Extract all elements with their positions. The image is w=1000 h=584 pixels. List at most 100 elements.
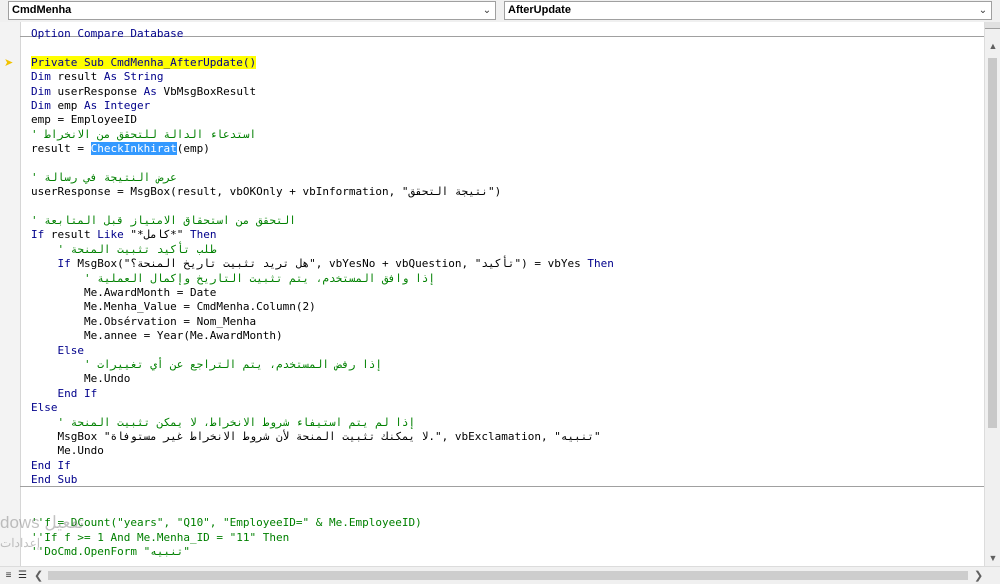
code-token: Me.AwardMonth = Date [31,286,217,300]
code-text[interactable]: Option Compare Database Private Sub CmdM… [31,27,981,559]
code-comment: ' إذا لم يتم استيفاء شروط الانخراط، لا ي… [31,415,416,429]
code-token: userResponse = MsgBox(result, vbOKOnly +… [31,185,502,199]
code-editor[interactable]: ➤ Option Compare Database Private Sub Cm… [0,22,984,566]
code-token: End If [31,458,71,472]
code-token: As [143,84,157,98]
code-token: MsgBox("هل تريد تثبيت تاريخ المنحة؟", vb… [70,257,588,271]
margin-indicator-bar[interactable]: ➤ [0,22,21,566]
code-line: End Sub [31,473,981,487]
code-token: As Integer [84,98,151,112]
code-token: Me.Obsérvation = Nom_Menha [31,314,257,328]
code-token: result = [31,142,91,156]
code-comment: ' إذا رفض المستخدم، يتم التراجع عن أي تغ… [31,357,383,371]
code-line: Private Sub CmdMenha_AfterUpdate() [31,55,981,70]
code-token: If [57,257,71,271]
code-line: ' إذا رفض المستخدم، يتم التراجع عن أي تغ… [31,358,981,372]
code-token: Me.Undo [31,444,104,458]
arrow-up-icon[interactable]: ▲ [985,38,1000,54]
code-line: Me.Menha_Value = CmdMenha.Column(2) [31,300,981,314]
code-comment: ' التحقق من استحقاق الامتياز قبل المتابع… [31,214,296,228]
code-line: ''If f >= 1 And Me.Menha_ID = "11" Then [31,531,981,545]
code-token: Else [31,343,84,357]
code-token: (emp) [176,142,210,156]
code-token: emp [50,98,84,112]
code-line: ' التحقق من استحقاق الامتياز قبل المتابع… [31,214,981,228]
code-line: ' إذا لم يتم استيفاء شروط الانخراط، لا ي… [31,416,981,430]
code-line: Else [31,344,981,358]
code-token: userResponse [50,84,144,98]
current-statement: Private Sub CmdMenha_AfterUpdate() [31,55,257,69]
vertical-scroll-thumb[interactable] [988,58,997,428]
full-module-view-icon[interactable]: ☰ [16,569,29,582]
procedure-view-icon[interactable]: ≡ [2,569,15,582]
code-line: End If [31,387,981,401]
code-line: If result Like "*كامل*" Then [31,228,981,242]
code-token: Dim [31,70,51,84]
code-token: "*كامل*" [123,228,190,242]
code-line: Me.Undo [31,372,981,386]
code-comment: ' عرض النتيجة في رسالة [31,170,177,184]
execution-arrow-icon: ➤ [4,57,14,69]
code-token: Me.annee = Year(Me.AwardMonth) [31,329,283,343]
code-line: Me.Undo [31,444,981,458]
code-comment: ' طلب تأكيد تثبيت المنحة [31,242,217,256]
selected-text: CheckInkhirat [90,142,177,156]
code-token: MsgBox "لا يمكنك تثبيت المنحة لأن شروط ا… [31,429,601,443]
code-token: End If [31,386,98,400]
code-comment: ' إذا وافق المستخدم، يتم تثبيت التاريخ و… [31,271,435,285]
procedure-combo[interactable]: AfterUpdate ⌄ [504,1,992,20]
code-token: As String [103,70,164,84]
object-combo[interactable]: CmdMenha ⌄ [8,1,496,20]
code-token: Then [587,257,614,271]
code-line: emp = EmployeeID [31,113,981,127]
code-line: Me.annee = Year(Me.AwardMonth) [31,329,981,343]
code-line: userResponse = MsgBox(result, vbOKOnly +… [31,185,981,199]
vertical-scrollbar[interactable]: ▲ ▼ [984,22,1000,566]
watermark-line2: إعدادات [0,536,41,550]
watermark-line1: dows ﺗﻔﻌﻴﻞ [0,513,84,532]
chevron-down-icon[interactable]: ⌄ [975,2,991,19]
code-line: Dim userResponse As VbMsgBoxResult [31,85,981,99]
chevron-down-icon[interactable]: ⌄ [479,2,495,19]
code-token: End Sub [31,473,78,487]
horizontal-scrollbar[interactable]: ≡ ☰ ❮ ❯ [0,566,1000,584]
code-line: result = CheckInkhirat(emp) [31,142,981,156]
code-token: VbMsgBoxResult [156,84,257,98]
code-token: result [44,228,98,242]
procedure-combo-value: AfterUpdate [508,4,571,16]
code-line: ' استدعاء الدالة للتحقق من الانخراط [31,128,981,142]
code-token: Dim [31,84,51,98]
code-token: Then [189,228,217,242]
object-combo-value: CmdMenha [12,4,72,16]
arrow-right-icon[interactable]: ❯ [974,569,983,582]
code-line: MsgBox "لا يمكنك تثبيت المنحة لأن شروط ا… [31,430,981,444]
code-line: ''f = DCount("years", "Q10", "EmployeeID… [31,516,981,530]
arrow-down-icon[interactable]: ▼ [985,550,1000,566]
code-line: If MsgBox("هل تريد تثبيت تاريخ المنحة؟",… [31,257,981,271]
code-line: Option Compare Database [31,27,981,41]
arrow-left-icon[interactable]: ❮ [34,569,43,582]
code-token: emp = EmployeeID [31,113,137,127]
code-token: If [31,228,45,242]
code-line: Dim result As String [31,70,981,84]
code-line: End If [31,459,981,473]
code-token: Option Compare Database [31,27,184,40]
activation-watermark: dows ﺗﻔﻌﻴﻞ إعدادات [0,513,130,563]
code-token: Else [31,401,58,415]
code-token: Me.Menha_Value = CmdMenha.Column(2) [31,300,316,314]
code-line: Dim emp As Integer [31,99,981,113]
code-line: Else [31,401,981,415]
code-comment: ' استدعاء الدالة للتحقق من الانخراط [31,127,257,141]
horizontal-scroll-thumb[interactable] [48,571,968,580]
code-line: Me.AwardMonth = Date [31,286,981,300]
code-token: Like [97,228,124,242]
code-token: result [50,70,104,84]
code-window-header: CmdMenha ⌄ AfterUpdate ⌄ [0,0,1000,23]
split-bar-handle[interactable] [985,22,1000,29]
code-line: ''DoCmd.OpenForm "تنبيه" [31,545,981,559]
